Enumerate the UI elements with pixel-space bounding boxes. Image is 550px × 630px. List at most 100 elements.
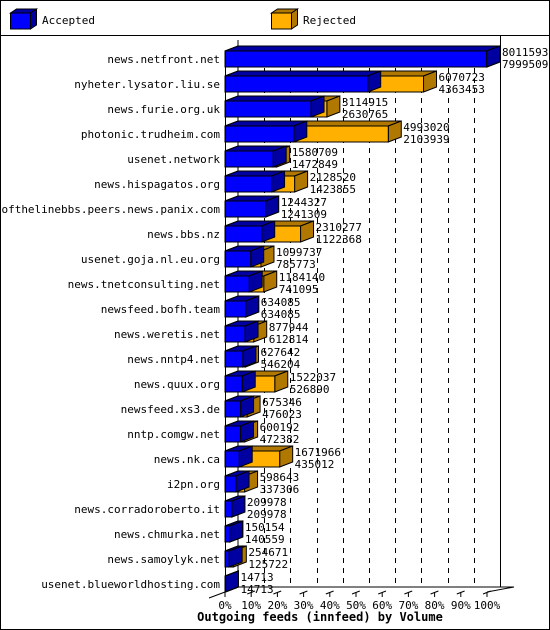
bar-accepted bbox=[224, 195, 280, 218]
bar-accepted bbox=[224, 270, 263, 293]
bar-accepted bbox=[224, 370, 256, 393]
swatch-front bbox=[271, 12, 292, 30]
bar-accepted-front bbox=[224, 400, 242, 418]
value-label-accepted: 634085 bbox=[261, 308, 301, 321]
bar-accepted bbox=[224, 170, 286, 193]
value-label-accepted: 4363453 bbox=[439, 83, 485, 96]
legend-label-rejected: Rejected bbox=[303, 14, 356, 27]
bar-row bbox=[224, 345, 260, 368]
value-label-accepted: 1423855 bbox=[310, 183, 356, 196]
bar-accepted-front bbox=[224, 225, 263, 243]
bar-accepted bbox=[224, 70, 382, 93]
value-label-accepted: 1122368 bbox=[316, 233, 362, 246]
bar-accepted bbox=[224, 320, 259, 343]
category-label: news.tnetconsulting.net bbox=[68, 278, 220, 291]
rejected-swatch-icon bbox=[269, 8, 300, 30]
category-label: news.weretis.net bbox=[114, 328, 220, 341]
bar-accepted-top bbox=[224, 70, 381, 77]
bar-accepted-front bbox=[224, 200, 267, 218]
value-label-accepted: 741095 bbox=[279, 283, 319, 296]
bar-row bbox=[224, 45, 501, 68]
legend-label-accepted: Accepted bbox=[42, 14, 95, 27]
bar-accepted-front bbox=[224, 325, 246, 343]
category-label: news.samoylyk.net bbox=[107, 553, 220, 566]
bar-accepted-front bbox=[224, 375, 243, 393]
category-label: endofthelinebbs.peers.news.panix.com bbox=[0, 203, 220, 216]
bar-accepted bbox=[224, 120, 308, 143]
accepted-swatch-icon bbox=[8, 8, 39, 30]
value-label-accepted: 526890 bbox=[290, 383, 330, 396]
bar-accepted-front bbox=[224, 300, 247, 318]
bar-row bbox=[224, 145, 291, 168]
bar-accepted bbox=[224, 420, 254, 443]
swatch-side bbox=[291, 8, 298, 30]
value-label-accepted: 337306 bbox=[260, 483, 300, 496]
bar-row bbox=[224, 470, 259, 493]
category-label: news.nk.ca bbox=[154, 453, 220, 466]
bar-row bbox=[224, 420, 259, 443]
bar-accepted-front bbox=[224, 425, 241, 443]
bar-accepted bbox=[224, 45, 501, 68]
value-label-accepted: 1241309 bbox=[281, 208, 327, 221]
bar-accepted-top bbox=[224, 95, 325, 102]
value-label-accepted: 476023 bbox=[262, 408, 302, 421]
value-label-accepted: 209978 bbox=[247, 508, 287, 521]
category-label: nyheter.lysator.liu.se bbox=[74, 78, 220, 91]
x-tick-label: 90% bbox=[451, 599, 471, 612]
bar-accepted bbox=[224, 445, 253, 468]
bar-accepted-front bbox=[224, 175, 273, 193]
category-label: news.netfront.net bbox=[107, 53, 220, 66]
bar-row bbox=[224, 370, 289, 393]
value-label-accepted: 14713 bbox=[240, 583, 273, 596]
value-label-accepted: 2630765 bbox=[342, 108, 388, 121]
bar-accepted bbox=[224, 220, 276, 243]
bar-accepted-front bbox=[224, 150, 274, 168]
bar-accepted-front bbox=[224, 275, 250, 293]
bar-accepted-front bbox=[224, 350, 244, 368]
bar-row bbox=[224, 170, 309, 193]
category-label: news.nntp4.net bbox=[127, 353, 220, 366]
category-label: usenet.network bbox=[127, 153, 220, 166]
bar-accepted-front bbox=[224, 125, 295, 143]
bar-accepted-front bbox=[224, 450, 240, 468]
category-label: nntp.comgw.net bbox=[127, 428, 220, 441]
category-label: photonic.trudheim.com bbox=[81, 128, 220, 141]
bar-row bbox=[224, 95, 341, 118]
value-label-accepted: 1472849 bbox=[292, 158, 338, 171]
value-label-accepted: 612814 bbox=[269, 333, 309, 346]
bar-accepted-front bbox=[224, 475, 237, 493]
category-label: news.hispagatos.org bbox=[94, 178, 220, 191]
chart-title: Outgoing feeds (innfeed) by Volume bbox=[197, 610, 443, 624]
value-label-accepted: 472382 bbox=[260, 433, 300, 446]
value-label-accepted: 125722 bbox=[248, 558, 288, 571]
value-label-accepted: 140559 bbox=[245, 533, 285, 546]
bar-row bbox=[224, 220, 315, 243]
value-label-accepted: 785773 bbox=[276, 258, 316, 271]
category-label: newsfeed.xs3.de bbox=[121, 403, 220, 416]
bar-accepted-front bbox=[224, 500, 233, 518]
category-label: newsfeed.bofh.team bbox=[101, 303, 221, 316]
bar-row bbox=[224, 395, 261, 418]
innfeed-volume-chart: Accepted Rejected news.netfront.net nyhet… bbox=[0, 0, 550, 630]
bar-accepted bbox=[224, 95, 325, 118]
value-label-accepted: 7999509 bbox=[502, 58, 548, 71]
bar-accepted bbox=[224, 345, 257, 368]
category-label: news.furie.org.uk bbox=[107, 103, 220, 116]
category-label: usenet.blueworldhosting.com bbox=[41, 578, 220, 591]
bar-accepted-front bbox=[224, 50, 488, 68]
category-label: news.bbs.nz bbox=[147, 228, 220, 241]
bar-accepted-top bbox=[224, 45, 500, 52]
value-label-accepted: 435012 bbox=[295, 458, 335, 471]
bar-row bbox=[224, 445, 294, 468]
bar-accepted-front bbox=[224, 250, 252, 268]
bar-row bbox=[224, 320, 268, 343]
value-label-accepted: 546204 bbox=[261, 358, 301, 371]
bar-accepted bbox=[224, 295, 260, 318]
bar-accepted-front bbox=[224, 100, 312, 118]
bar-accepted-front bbox=[224, 75, 369, 93]
swatch-front bbox=[10, 12, 31, 30]
swatch-side bbox=[30, 8, 37, 30]
category-label: news.corradoroberto.it bbox=[74, 503, 220, 516]
bar-row bbox=[224, 270, 278, 293]
category-label: usenet.goja.nl.eu.org bbox=[81, 253, 220, 266]
